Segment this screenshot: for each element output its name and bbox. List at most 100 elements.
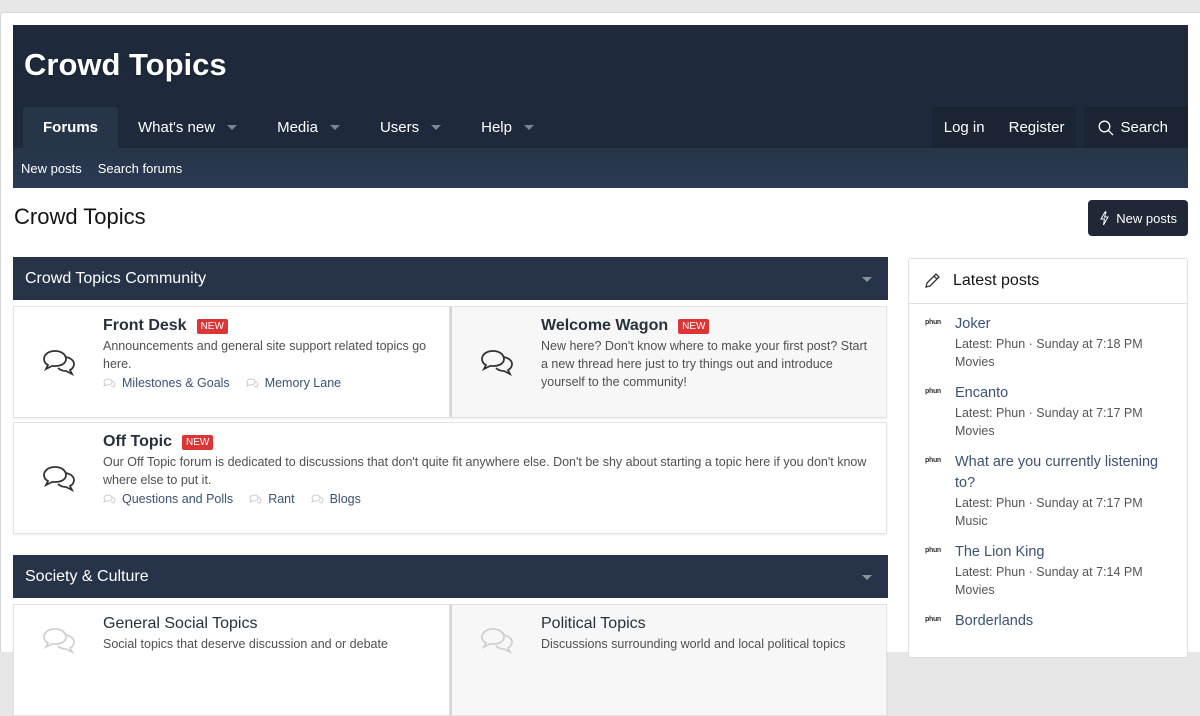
forum-description: Discussions surrounding world and local … (541, 637, 846, 651)
subforum-label: Rant (268, 492, 295, 506)
tab-media[interactable]: Media (257, 107, 360, 148)
forum-list: Crowd Topics Community Front Desk NEW Ann… (13, 257, 888, 716)
post-title-link[interactable]: Joker (955, 316, 990, 332)
post-title-link[interactable]: What are you currently listening to? (955, 454, 1158, 491)
latest-post-item: phun What are you currently listening to… (909, 452, 1187, 530)
button-label: New posts (1116, 210, 1177, 226)
avatar[interactable]: phun (925, 319, 941, 326)
forum-node[interactable]: Welcome Wagon NEW New here? Don't know wh… (450, 306, 887, 418)
forum-title-link[interactable]: General Social Topics (103, 615, 257, 633)
forum-title-link[interactable]: Political Topics (541, 615, 646, 633)
subforum-link[interactable]: Milestones & Goals (103, 376, 230, 390)
subforum-label: Memory Lane (264, 376, 342, 390)
main-nav: Forums What's new Media Users Help (23, 107, 554, 148)
post-meta: Latest: Phun · Sunday at 7:17 PM (955, 496, 1143, 510)
category-header[interactable]: Crowd Topics Community (13, 257, 888, 300)
post-title-link[interactable]: Borderlands (955, 613, 1033, 629)
site-header: Crowd Topics Forums What's new Media Use… (13, 25, 1188, 188)
pencil-icon (925, 273, 940, 288)
forum-description: New here? Don't know where to make your … (541, 339, 868, 389)
post-meta: Latest: Phun · Sunday at 7:14 PM (955, 565, 1143, 579)
bolt-icon (1100, 211, 1110, 225)
latest-post-item: phun The Lion King Latest: Phun · Sunday… (909, 542, 1187, 599)
latest-post-item: phun Encanto Latest: Phun · Sunday at 7:… (909, 383, 1187, 440)
post-title-link[interactable]: Encanto (955, 385, 1008, 401)
forum-node[interactable]: Off Topic NEW Our Off Topic forum is dedi… (13, 422, 887, 534)
account-nav: Log in Register Search (931, 107, 1188, 148)
chat-bubbles-icon (481, 350, 513, 377)
tab-label: Media (277, 119, 318, 136)
widget-title: Latest posts (953, 272, 1040, 289)
avatar[interactable]: phun (925, 547, 941, 554)
site-logo[interactable]: Crowd Topics (24, 47, 227, 83)
latest-post-item: phun Borderlands (909, 611, 1187, 632)
chevron-down-icon[interactable] (227, 125, 238, 130)
forum-title-link[interactable]: Off Topic (103, 433, 172, 451)
chat-bubbles-icon (245, 378, 259, 388)
search-button[interactable]: Search (1084, 107, 1188, 148)
tab-label: Forums (43, 119, 99, 136)
subforum-link[interactable]: Blogs (310, 492, 361, 506)
post-forum[interactable]: Movies (955, 422, 1177, 440)
search-label: Search (1120, 119, 1168, 136)
collapse-icon[interactable] (862, 575, 872, 580)
login-link[interactable]: Log in (931, 107, 997, 148)
forum-node[interactable]: Political Topics Discussions surrounding… (450, 604, 887, 716)
subforum-label: Blogs (329, 492, 361, 506)
forum-description: Our Off Topic forum is dedicated to disc… (103, 455, 867, 487)
post-forum[interactable]: Movies (955, 581, 1177, 599)
widget-header: Latest posts (909, 259, 1187, 304)
post-forum[interactable]: Music (955, 512, 1177, 530)
tab-users[interactable]: Users (360, 107, 461, 148)
subforum-link[interactable]: Memory Lane (245, 376, 342, 390)
tab-whats-new[interactable]: What's new (118, 107, 257, 148)
tab-forums[interactable]: Forums (23, 107, 119, 148)
post-forum[interactable]: Movies (955, 353, 1177, 371)
new-badge: NEW (196, 318, 228, 334)
register-link[interactable]: Register (996, 107, 1077, 148)
chevron-down-icon[interactable] (431, 125, 442, 130)
forum-node[interactable]: Front Desk NEW Announcements and general … (13, 306, 450, 418)
sub-nav: New posts Search forums (13, 148, 1188, 188)
chevron-down-icon[interactable] (523, 125, 534, 130)
tab-help[interactable]: Help (461, 107, 554, 148)
page-title: Crowd Topics (14, 204, 146, 229)
subforum-label: Questions and Polls (122, 492, 234, 506)
latest-posts-widget: Latest posts phun Joker Latest: Phun · S… (908, 258, 1188, 658)
latest-post-item: phun Joker Latest: Phun · Sunday at 7:18… (909, 314, 1187, 371)
forum-description: Announcements and general site support r… (103, 339, 427, 371)
forum-title-link[interactable]: Welcome Wagon (541, 317, 668, 335)
tab-label: Users (379, 119, 420, 136)
search-forums-link[interactable]: Search forums (98, 161, 183, 176)
forum-node[interactable]: General Social Topics Social topics that… (13, 604, 450, 716)
chat-bubbles-icon (43, 466, 75, 493)
tab-label: Help (481, 119, 512, 136)
chevron-down-icon[interactable] (329, 125, 340, 130)
chat-bubbles-icon (43, 350, 75, 377)
new-badge: NEW (678, 318, 710, 334)
chat-bubbles-icon (103, 494, 116, 504)
avatar[interactable]: phun (925, 457, 941, 464)
post-title-link[interactable]: The Lion King (955, 544, 1044, 560)
subforum-list: Questions and Polls Rant Blogs (103, 492, 874, 506)
new-posts-button[interactable]: New posts (1088, 200, 1188, 236)
subforum-list: Milestones & Goals Memory Lane (103, 376, 437, 390)
forum-description: Social topics that deserve discussion an… (103, 637, 388, 651)
category-header[interactable]: Society & Culture (13, 555, 888, 598)
category-title: Crowd Topics Community (25, 269, 207, 287)
tab-label: What's new (138, 119, 216, 136)
avatar[interactable]: phun (925, 616, 941, 623)
collapse-icon[interactable] (862, 277, 872, 282)
new-posts-link[interactable]: New posts (21, 161, 82, 176)
subforum-link[interactable]: Rant (249, 492, 295, 506)
post-meta: Latest: Phun · Sunday at 7:17 PM (955, 406, 1143, 420)
page: Crowd Topics Forums What's new Media Use… (0, 12, 1200, 716)
subforum-link[interactable]: Questions and Polls (103, 492, 233, 506)
chat-bubbles-icon (310, 494, 324, 504)
subforum-label: Milestones & Goals (122, 376, 230, 390)
new-badge: NEW (182, 434, 214, 450)
post-meta: Latest: Phun · Sunday at 7:18 PM (955, 337, 1143, 351)
search-icon (1099, 120, 1114, 135)
forum-title-link[interactable]: Front Desk (103, 317, 187, 335)
avatar[interactable]: phun (925, 388, 941, 395)
